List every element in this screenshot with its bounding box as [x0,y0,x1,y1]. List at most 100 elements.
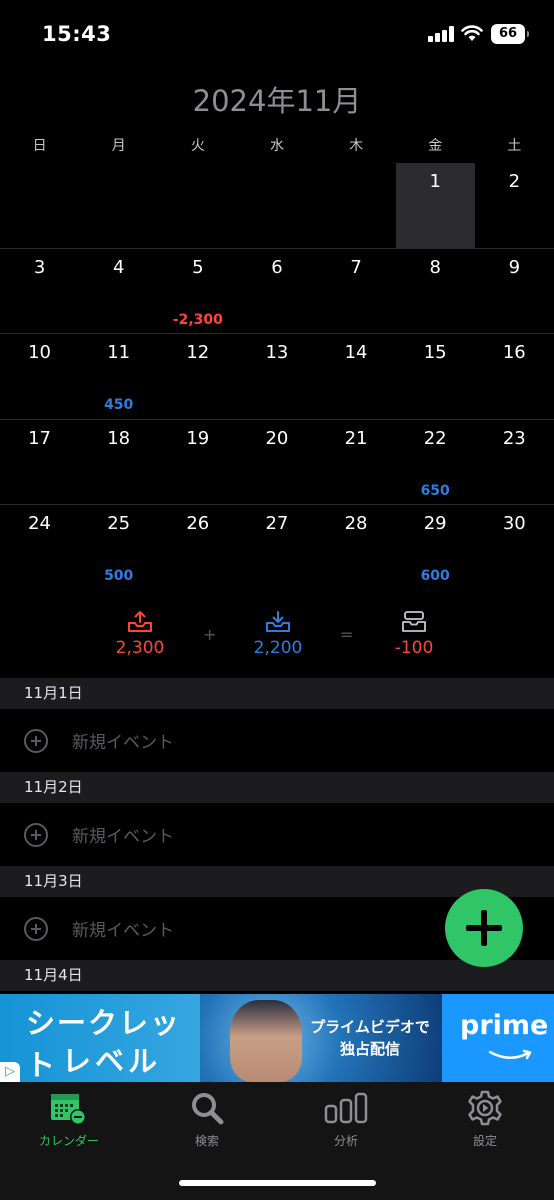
expense-summary: 2,300 [100,610,180,658]
wifi-icon [461,25,483,41]
calendar-day-24[interactable]: 24 [0,505,79,590]
equals-operator: = [340,625,354,644]
calendar-day-30[interactable]: 30 [475,505,554,590]
tab-settings[interactable]: 設定 [430,1090,540,1149]
calendar-day-3[interactable]: 3 [0,249,79,334]
search-icon [192,1093,224,1125]
status-time: 15:43 [42,22,112,46]
day-number: 20 [265,427,289,449]
calendar-day-16[interactable]: 16 [475,334,554,419]
new-event-label: 新規イベント [72,733,174,753]
expense-outbox-icon [128,611,152,632]
calendar-day-6[interactable]: 6 [237,249,316,334]
calendar-day-20[interactable]: 20 [237,420,316,505]
weekday-fri: 金 [428,138,443,154]
weekday-header: 日 月 火 水 木 金 土 [0,136,554,156]
battery-indicator: 66 [491,24,529,44]
weekday-thu: 木 [349,138,364,154]
chart-icon [324,1092,368,1124]
day-number: 3 [33,256,46,278]
day-number: 23 [502,427,526,449]
day-number: 13 [265,342,289,364]
day-number: 18 [107,427,131,449]
tab-label: 分析 [333,1134,358,1148]
balance-total: -100 [394,638,434,658]
weekday-sun: 日 [32,138,47,154]
calendar-day-14[interactable]: 14 [317,334,396,419]
ad-title-line2: レベル [62,1044,162,1078]
add-circle-icon [24,728,48,753]
calendar-day-26[interactable]: 26 [158,505,237,590]
day-number: 16 [502,342,526,364]
day-number: 1 [429,171,441,192]
calendar-day-25[interactable]: 25 500 [79,505,158,590]
calendar-day-1[interactable]: 1 [395,163,475,248]
calendar-day-29[interactable]: 29 600 [396,505,475,590]
date-header: 11月1日 [0,678,554,709]
calendar-day-5[interactable]: 5 -2,300 [158,249,237,334]
calendar-day-13[interactable]: 13 [237,334,316,419]
tab-label: 検索 [194,1134,219,1148]
tab-analysis[interactable]: 分析 [291,1090,401,1149]
ad-title-panel: シークレット レベル [0,994,200,1082]
calendar-empty-cell [79,163,158,248]
calendar-day-10[interactable]: 10 [0,334,79,419]
calendar-grid: 1 2 3 4 5 -2,300 6 7 8 9 10 11 450 12 13 14 15 16 17 18 19 20… [0,163,554,591]
calendar-day-27[interactable]: 27 [237,505,316,590]
income-total: 2,200 [253,638,303,658]
tab-calendar[interactable]: カレンダー [14,1090,124,1149]
day-number: 19 [186,427,210,449]
date-header: 11月2日 [0,772,554,803]
signal-icon [428,26,454,42]
day-number: 4 [112,256,125,278]
day-amount: -2,300 [172,311,223,328]
add-entry-fab[interactable] [445,889,523,967]
new-event-label: 新規イベント [72,921,174,941]
calendar-day-2[interactable]: 2 [475,163,554,248]
day-amount: 450 [104,397,134,414]
day-number: 24 [28,513,52,535]
tab-label: 設定 [472,1134,497,1148]
calendar-icon [51,1094,86,1125]
calendar-day-17[interactable]: 17 [0,420,79,505]
calendar-day-9[interactable]: 9 [475,249,554,334]
day-amount: 650 [420,482,450,499]
month-title[interactable]: 2024年11月 [0,78,554,120]
day-number: 25 [107,513,131,535]
calendar-day-4[interactable]: 4 [79,249,158,334]
tab-search[interactable]: 検索 [152,1090,262,1149]
day-number: 30 [502,513,526,535]
ad-character-image [230,1000,302,1082]
calendar-day-15[interactable]: 15 [396,334,475,419]
calendar-day-21[interactable]: 21 [317,420,396,505]
weekday-mon: 月 [111,138,126,154]
day-number: 12 [186,342,210,364]
day-number: 6 [271,256,283,278]
day-number: 14 [344,342,368,364]
prime-logo: prime [442,994,554,1082]
new-event-button[interactable]: 新規イベント [0,709,554,772]
calendar-day-22[interactable]: 22 650 [396,420,475,505]
day-number: 27 [265,513,289,535]
add-circle-icon [24,916,48,941]
calendar-day-7[interactable]: 7 [317,249,396,334]
calendar-empty-cell [0,163,79,248]
new-event-button[interactable]: 新規イベント [0,803,554,866]
day-number: 8 [429,256,441,278]
home-indicator [179,1180,376,1186]
calendar-day-28[interactable]: 28 [317,505,396,590]
plus-operator: + [203,625,217,644]
ad-banner[interactable]: シークレット レベル プライムビデオで 独占配信 prime [0,994,554,1082]
calendar-day-19[interactable]: 19 [158,420,237,505]
ad-promo-line1: プライムビデオで [310,1018,430,1036]
calendar-week-row: 24 25 500 26 27 28 29 600 30 [0,505,554,591]
calendar-day-8[interactable]: 8 [396,249,475,334]
calendar-day-23[interactable]: 23 [475,420,554,505]
weekday-sat: 土 [507,138,522,154]
prime-smile-icon [488,1049,532,1060]
calendar-day-18[interactable]: 18 [79,420,158,505]
ad-choices-icon[interactable]: ▷ [0,1062,20,1082]
calendar-day-12[interactable]: 12 [158,334,237,419]
balance-summary: -100 [374,610,454,658]
calendar-day-11[interactable]: 11 450 [79,334,158,419]
